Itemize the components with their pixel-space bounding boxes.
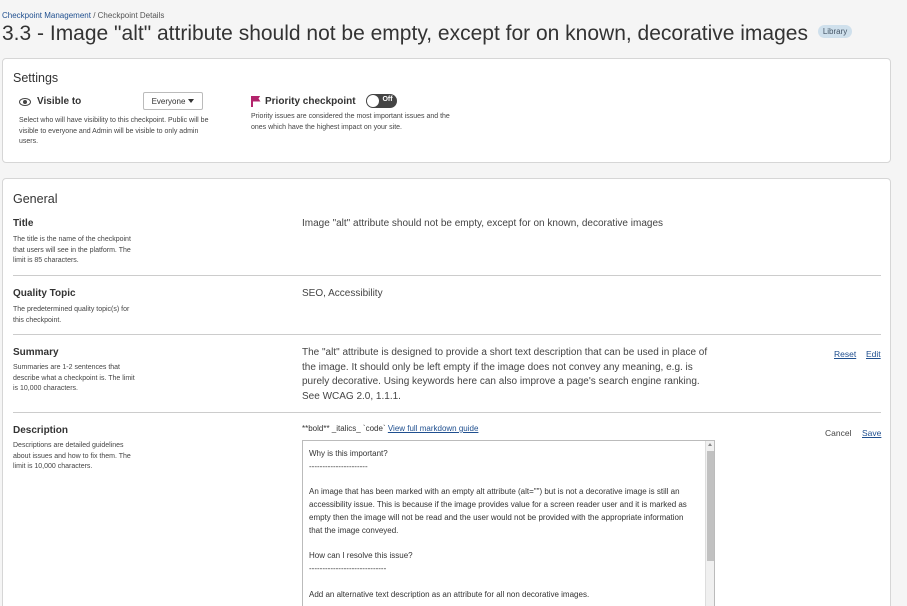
visible-to-dropdown[interactable]: Everyone <box>143 92 203 110</box>
visible-to-dropdown-value: Everyone <box>151 96 186 106</box>
save-button[interactable]: Save <box>862 428 881 438</box>
breadcrumb-separator: / <box>93 11 96 20</box>
divider <box>13 334 881 335</box>
title-row-help: The title is the name of the checkpoint … <box>13 236 131 264</box>
page-title-text: 3.3 - Image "alt" attribute should not b… <box>2 22 808 45</box>
breadcrumb-link-checkpoint-management[interactable]: Checkpoint Management <box>2 11 91 20</box>
priority-checkpoint-label: Priority checkpoint Off <box>251 94 397 108</box>
title-row-label: Title <box>13 218 34 229</box>
description-editor-text[interactable]: Why is this important? -----------------… <box>309 448 697 602</box>
markdown-hint-text: **bold** _italics_ `code` <box>302 424 386 433</box>
divider <box>13 275 881 276</box>
priority-toggle[interactable]: Off <box>365 94 397 108</box>
scroll-up-icon[interactable] <box>708 443 712 446</box>
general-heading: General <box>13 192 58 206</box>
settings-card: Settings Visible to Everyone Select who … <box>2 58 891 163</box>
visible-to-label-text: Visible to <box>37 96 82 107</box>
edit-button[interactable]: Edit <box>866 349 881 359</box>
settings-heading: Settings <box>13 71 59 85</box>
library-badge: Library <box>817 24 853 38</box>
toggle-knob <box>366 95 379 107</box>
chevron-down-icon <box>188 99 195 103</box>
page-title: 3.3 - Image "alt" attribute should not b… <box>2 22 853 46</box>
visible-to-help: Select who will have visibility to this … <box>19 117 209 145</box>
description-help: Descriptions are detailed guidelines abo… <box>13 442 131 470</box>
breadcrumb: Checkpoint Management / Checkpoint Detai… <box>2 11 164 20</box>
quality-topic-label: Quality Topic <box>13 288 76 299</box>
description-label: Description <box>13 425 69 436</box>
quality-topic-help: The predetermined quality topic(s) for t… <box>13 306 130 324</box>
priority-checkpoint-label-text: Priority checkpoint <box>265 95 356 107</box>
title-value: Image "alt" attribute should not be empt… <box>302 218 664 229</box>
divider <box>13 412 881 413</box>
flag-icon <box>251 95 261 107</box>
visible-to-label: Visible to <box>19 96 81 107</box>
description-editor[interactable]: Why is this important? -----------------… <box>302 440 715 606</box>
scroll-thumb[interactable] <box>707 451 714 561</box>
quality-topic-value: SEO, Accessibility <box>302 288 383 299</box>
markdown-hint: **bold** _italics_ `code` View full mark… <box>302 424 478 433</box>
general-card: General Title The title is the name of t… <box>2 178 891 606</box>
summary-value: The "alt" attribute is designed to provi… <box>302 347 708 402</box>
toggle-state-text: Off <box>382 96 393 103</box>
cancel-button[interactable]: Cancel <box>825 428 851 438</box>
summary-label: Summary <box>13 347 59 358</box>
editor-scrollbar[interactable] <box>705 441 714 606</box>
eye-icon <box>19 97 31 106</box>
priority-help: Priority issues are considered the most … <box>251 113 450 131</box>
breadcrumb-current: Checkpoint Details <box>97 11 165 20</box>
summary-help: Summaries are 1-2 sentences that describ… <box>13 364 135 392</box>
reset-button[interactable]: Reset <box>834 349 856 359</box>
markdown-guide-link[interactable]: View full markdown guide <box>388 424 479 433</box>
